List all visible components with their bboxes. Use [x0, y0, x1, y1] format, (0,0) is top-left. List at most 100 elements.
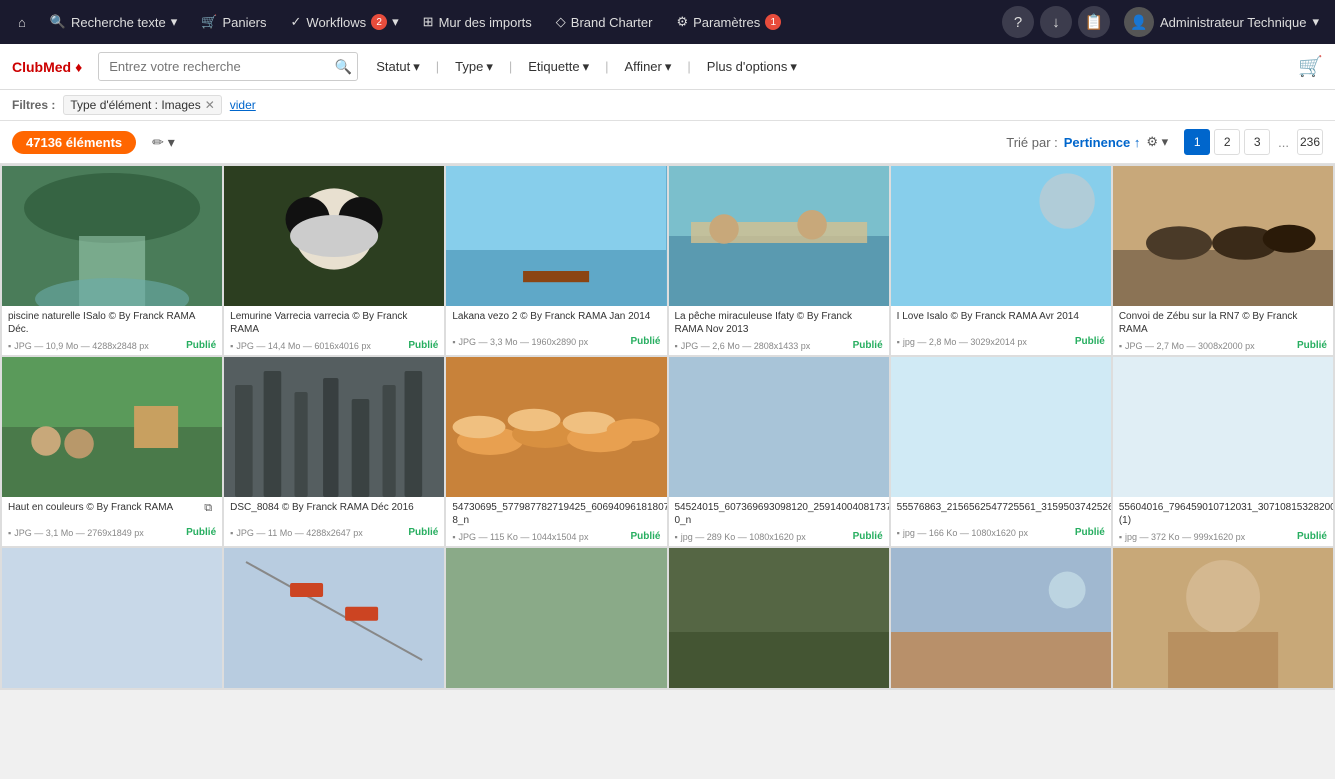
active-filter-tag: Type d'élément : Images ✕: [63, 95, 221, 115]
image-meta: ▪ JPG — 115 Ko — 1044x1504 px Publié: [446, 529, 666, 546]
image-status: Publié: [408, 527, 438, 538]
top-navigation: ⌂ 🔍 Recherche texte ▾ 🛒 Paniers ✓ Workfl…: [0, 0, 1335, 44]
etiquette-filter-button[interactable]: Etiquette ▾: [518, 54, 599, 80]
image-file-info: JPG — 3,3 Mo — 1960x2890 px: [459, 337, 589, 347]
image-thumbnail: [446, 548, 666, 688]
image-thumbnail: [1113, 548, 1333, 688]
filters-label: Filtres :: [12, 98, 55, 112]
image-thumbnail: [669, 357, 889, 497]
grid-item[interactable]: [891, 548, 1111, 688]
grid-item[interactable]: Lemurine Varrecia varrecia © By Franck R…: [224, 166, 444, 355]
image-file-info: jpg — 289 Ko — 1080x1620 px: [681, 532, 806, 542]
image-meta: ▪ JPG — 10,9 Mo — 4288x2848 px Publié: [2, 338, 222, 355]
page-2-button[interactable]: 2: [1214, 129, 1240, 155]
image-file-info: JPG — 115 Ko — 1044x1504 px: [459, 532, 589, 542]
right-icons: ? ↓ 📋 👤 Administrateur Technique ▾: [1002, 6, 1327, 38]
image-type-icon: ▪: [8, 341, 11, 351]
grid-item[interactable]: [1113, 548, 1333, 688]
nav-item-mur[interactable]: ⊞ Mur des imports: [413, 8, 542, 36]
edit-button[interactable]: ✏ ▾: [152, 134, 175, 151]
chevron-down-icon: ▾: [392, 14, 399, 30]
statut-filter-button[interactable]: Statut ▾: [366, 54, 430, 80]
image-type-icon: ▪: [1119, 532, 1122, 542]
image-thumbnail: [1113, 357, 1333, 497]
type-filter-button[interactable]: Type ▾: [445, 54, 503, 80]
grid-item[interactable]: [446, 548, 666, 688]
page-3-button[interactable]: 3: [1244, 129, 1270, 155]
image-thumbnail: [891, 166, 1111, 306]
image-file-info: JPG — 3,1 Mo — 2769x1849 px: [14, 528, 144, 538]
image-file-info: JPG — 14,4 Mo — 6016x4016 px: [236, 341, 371, 351]
grid-item[interactable]: 55604016_796459010712031_307108153282002…: [1113, 357, 1333, 546]
grid-item[interactable]: 55576863_2156562547725561_31595037425269…: [891, 357, 1111, 546]
image-meta: ▪ jpg — 2,8 Mo — 3029x2014 px Publié: [891, 334, 1111, 351]
image-caption: piscine naturelle ISalo © By Franck RAMA…: [2, 306, 222, 338]
image-meta: ▪ JPG — 11 Mo — 4288x2647 px Publié: [224, 525, 444, 542]
nav-item-paniers[interactable]: 🛒 Paniers: [191, 8, 276, 36]
nav-item-brand[interactable]: ◇ Brand Charter: [546, 8, 663, 36]
brand-icon: ◇: [556, 14, 566, 30]
cart-icon[interactable]: 🛒: [1298, 54, 1323, 79]
image-file-info: jpg — 166 Ko — 1080x1620 px: [903, 528, 1028, 538]
plus-options-filter-button[interactable]: Plus d'options ▾: [697, 54, 807, 80]
image-file-info: JPG — 11 Mo — 4288x2647 px: [236, 528, 362, 538]
remove-filter-button[interactable]: ✕: [205, 98, 215, 112]
image-status: Publié: [1297, 340, 1327, 351]
grid-item[interactable]: La pêche miraculeuse Ifaty © By Franck R…: [669, 166, 889, 355]
chevron-down-icon: ▾: [665, 59, 672, 75]
clear-filters-link[interactable]: vider: [230, 98, 256, 112]
grid-item[interactable]: 54524015_607369693098120_259140040817377…: [669, 357, 889, 546]
pagination: 1 2 3 ... 236: [1184, 129, 1323, 155]
image-type-icon: ▪: [897, 528, 900, 538]
page-last-button[interactable]: 236: [1297, 129, 1323, 155]
grid-item[interactable]: 54730695_577987782719425_606940961818070…: [446, 357, 666, 546]
grid-item[interactable]: [224, 548, 444, 688]
chevron-down-icon: ▾: [790, 59, 797, 75]
image-caption: 54730695_577987782719425_606940961818070…: [446, 497, 666, 529]
image-file-info: JPG — 10,9 Mo — 4288x2848 px: [14, 341, 149, 351]
search-submit-button[interactable]: 🔍: [335, 58, 352, 75]
image-thumbnail: [446, 357, 666, 497]
image-status: Publié: [630, 531, 660, 542]
image-meta: ▪ JPG — 3,3 Mo — 1960x2890 px Publié: [446, 334, 666, 351]
image-file-info: jpg — 2,8 Mo — 3029x2014 px: [903, 337, 1027, 347]
grid-item[interactable]: ⧉ Haut en couleurs © By Franck RAMA ▪ JP…: [2, 357, 222, 546]
grid-item[interactable]: piscine naturelle ISalo © By Franck RAMA…: [2, 166, 222, 355]
search-input[interactable]: [98, 52, 358, 81]
grid-item[interactable]: [669, 548, 889, 688]
clipboard-icon-button[interactable]: 📋: [1078, 6, 1110, 38]
page-1-button[interactable]: 1: [1184, 129, 1210, 155]
grid-item[interactable]: DSC_8084 © By Franck RAMA Déc 2016 ▪ JPG…: [224, 357, 444, 546]
sort-settings-button[interactable]: ⚙ ▾: [1146, 134, 1168, 150]
pencil-icon: ✏: [152, 134, 164, 150]
image-status: Publié: [1075, 527, 1105, 538]
image-caption: 54524015_607369693098120_259140040817377…: [669, 497, 889, 529]
image-type-icon: ▪: [230, 341, 233, 351]
home-button[interactable]: ⌂: [8, 9, 36, 36]
search-nav-icon: 🔍: [50, 14, 66, 30]
image-status: Publié: [630, 336, 660, 347]
grid-item[interactable]: Convoi de Zébu sur la RN7 © By Franck RA…: [1113, 166, 1333, 355]
grid-item[interactable]: [2, 548, 222, 688]
image-thumbnail: [224, 357, 444, 497]
help-icon-button[interactable]: ?: [1002, 6, 1034, 38]
sort-value[interactable]: Pertinence ↑: [1064, 135, 1141, 150]
nav-item-params[interactable]: ⚙ Paramètres 1: [666, 8, 791, 36]
grid-item[interactable]: Lakana vezo 2 © By Franck RAMA Jan 2014 …: [446, 166, 666, 355]
download-icon-button[interactable]: ↓: [1040, 6, 1072, 38]
image-meta: ▪ JPG — 2,6 Mo — 2808x1433 px Publié: [669, 338, 889, 355]
image-file-info: jpg — 372 Ko — 999x1620 px: [1125, 532, 1245, 542]
nav-item-recherche[interactable]: 🔍 Recherche texte ▾: [40, 8, 187, 36]
chevron-down-icon: ▾: [583, 59, 590, 75]
grid-item[interactable]: I Love Isalo © By Franck RAMA Avr 2014 ▪…: [891, 166, 1111, 355]
image-meta: ▪ jpg — 372 Ko — 999x1620 px Publié: [1113, 529, 1333, 546]
search-bar: ClubMed ♦ 🔍 Statut ▾ | Type ▾ | Etiquett…: [0, 44, 1335, 90]
nav-item-workflows[interactable]: ✓ Workflows 2 ▾: [281, 8, 409, 36]
image-type-icon: ▪: [675, 532, 678, 542]
image-status: Publié: [853, 340, 883, 351]
image-status: Publié: [1075, 336, 1105, 347]
image-meta: ▪ jpg — 166 Ko — 1080x1620 px Publié: [891, 525, 1111, 542]
user-menu-button[interactable]: 👤 Administrateur Technique ▾: [1116, 7, 1327, 37]
image-type-icon: ▪: [1119, 341, 1122, 351]
affiner-filter-button[interactable]: Affiner ▾: [615, 54, 682, 80]
